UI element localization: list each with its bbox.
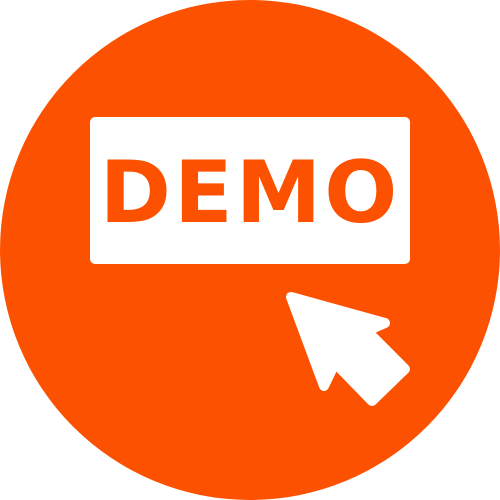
demo-label: DEMO (99, 142, 401, 243)
demo-label-box: DEMO (90, 117, 410, 264)
demo-badge: DEMO (0, 0, 500, 500)
